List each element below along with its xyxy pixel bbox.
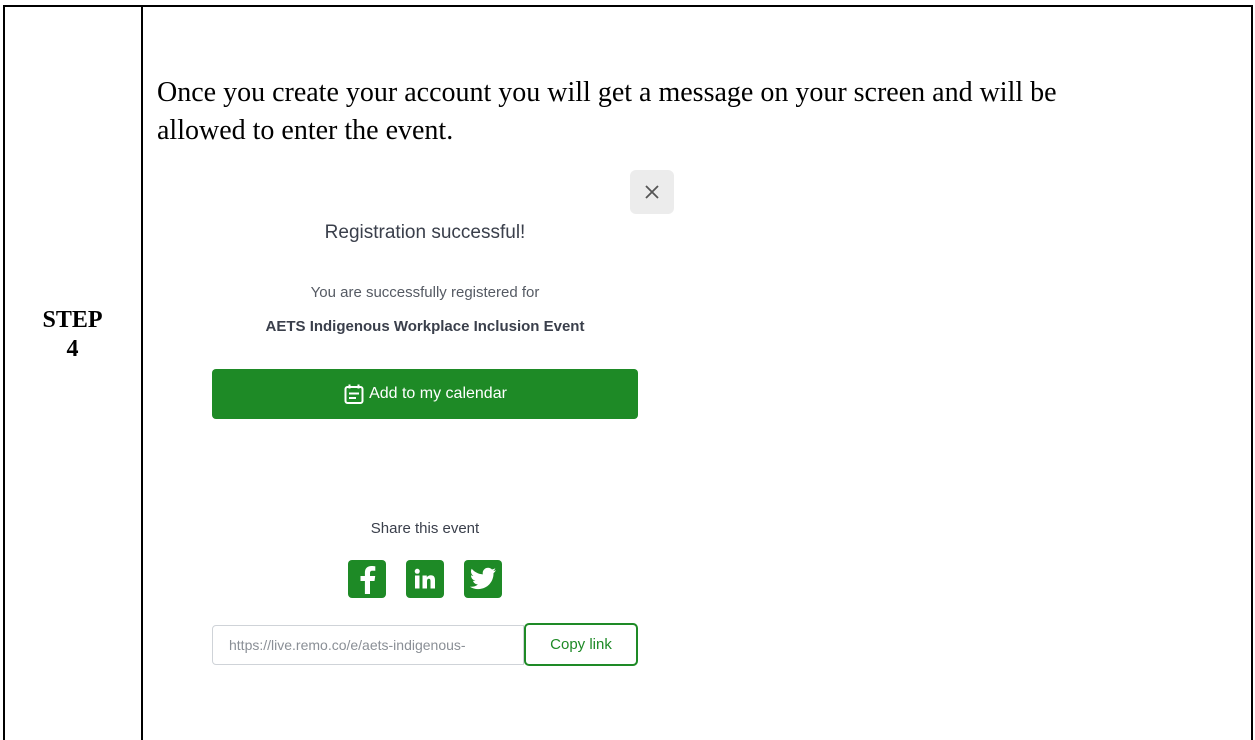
close-icon [645, 185, 659, 199]
facebook-icon [360, 566, 376, 594]
step-word: STEP [42, 307, 103, 333]
calendar-icon [344, 384, 364, 404]
step-cell: STEP 4 [3, 0, 142, 740]
step-table: STEP 4 Once you create your account you … [0, 0, 1255, 740]
step-number: 4 [66, 336, 79, 362]
step-label: STEP 4 [3, 306, 142, 364]
add-to-calendar-label: Add to my calendar [369, 385, 507, 402]
share-label: Share this event [370, 520, 480, 537]
twitter-share-button[interactable] [464, 560, 502, 598]
add-to-calendar-button[interactable]: Add to my calendar [212, 369, 638, 419]
registration-dialog-screenshot: Registration successful! You are success… [200, 160, 700, 700]
linkedin-share-button[interactable] [406, 560, 444, 598]
facebook-share-button[interactable] [348, 560, 386, 598]
dialog-subtitle: You are successfully registered for [310, 284, 540, 301]
instruction-line-1: Once you create your account you will ge… [157, 77, 1057, 108]
close-button[interactable] [630, 170, 674, 214]
copy-link-button[interactable]: Copy link [524, 623, 638, 666]
dialog-title: Registration successful! [324, 222, 526, 243]
table-top-border [3, 5, 1253, 7]
twitter-icon [469, 567, 496, 590]
table-right-border [1251, 5, 1253, 740]
event-name: AETS Indigenous Workplace Inclusion Even… [265, 318, 585, 335]
linkedin-icon [414, 568, 435, 589]
instruction-text: Once you create your account you will ge… [157, 74, 1237, 150]
event-url-field[interactable]: https://live.remo.co/e/aets-indigenous- [212, 625, 524, 665]
instruction-line-2: allowed to enter the event. [157, 115, 454, 146]
